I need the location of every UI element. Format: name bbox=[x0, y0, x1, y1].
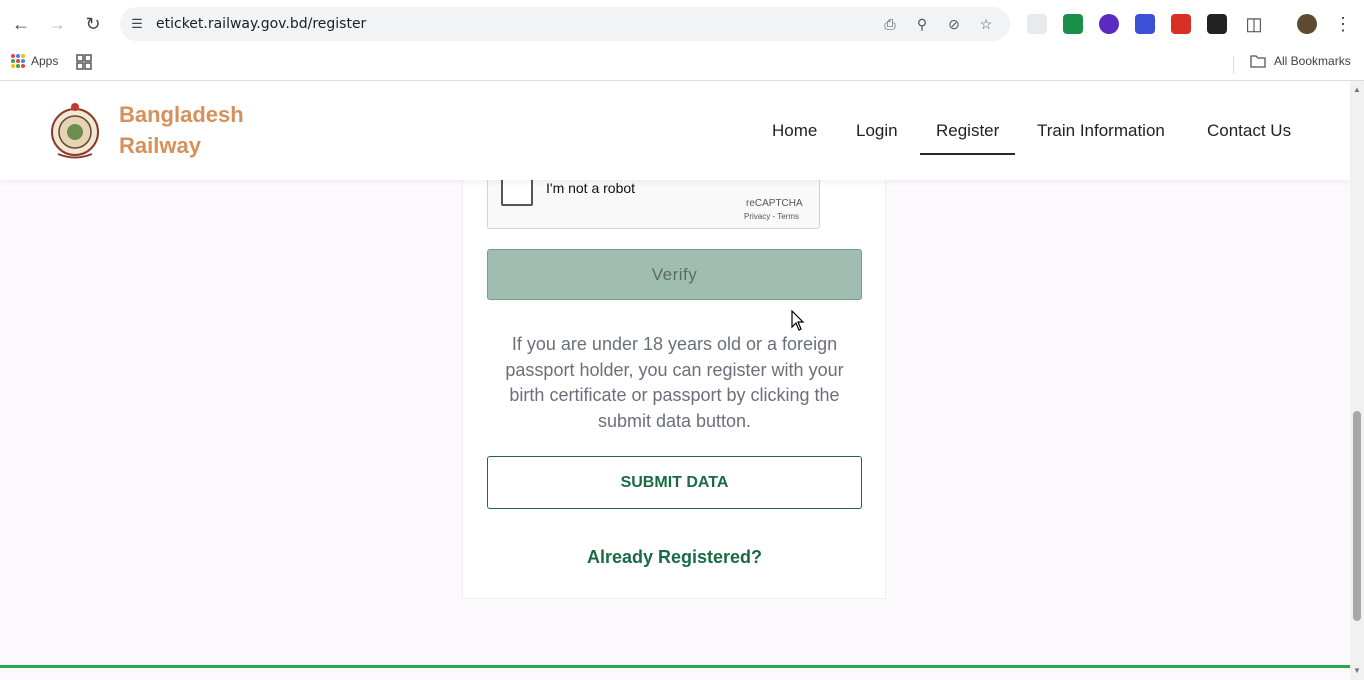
back-icon[interactable]: ← bbox=[9, 12, 33, 36]
reload-icon[interactable]: ↻ bbox=[81, 12, 105, 36]
extension-icon[interactable] bbox=[1135, 14, 1155, 34]
url-text[interactable]: eticket.railway.gov.bd/register bbox=[156, 16, 366, 32]
recaptcha-label: I'm not a robot bbox=[546, 180, 636, 196]
nav-home[interactable]: Home bbox=[772, 121, 817, 141]
site-header: Bangladesh Railway Home Login Register T… bbox=[0, 81, 1350, 180]
recaptcha-terms-link[interactable]: Terms bbox=[777, 212, 799, 221]
site-info-icon[interactable]: ☰ bbox=[128, 15, 146, 33]
bookmarks-bar: Apps All Bookmarks bbox=[0, 48, 1364, 81]
submit-data-button[interactable]: SUBMIT DATA bbox=[487, 456, 862, 509]
address-bar[interactable]: ☰ eticket.railway.gov.bd/register ⎙ ⚲ ⊘ … bbox=[120, 7, 1010, 41]
recaptcha-brand: reCAPTCHA bbox=[746, 198, 803, 209]
extension-icon[interactable] bbox=[1063, 14, 1083, 34]
underage-info-text: If you are under 18 years old or a forei… bbox=[505, 334, 844, 431]
extension-icon[interactable] bbox=[1207, 14, 1227, 34]
already-registered-link[interactable]: Already Registered? bbox=[487, 547, 862, 568]
scroll-up-icon[interactable]: ▲ bbox=[1353, 86, 1361, 94]
all-bookmarks[interactable]: All Bookmarks bbox=[1250, 54, 1351, 68]
brand-line-1: Bangladesh bbox=[119, 102, 244, 127]
scroll-down-icon[interactable]: ▼ bbox=[1353, 667, 1361, 675]
scroll-thumb[interactable] bbox=[1353, 411, 1361, 621]
extension-icon[interactable] bbox=[1171, 14, 1191, 34]
zoom-icon[interactable]: ⚲ bbox=[912, 14, 932, 34]
bookmarks-divider bbox=[1233, 56, 1234, 74]
forward-icon[interactable]: → bbox=[45, 12, 69, 36]
brand-name[interactable]: Bangladesh Railway bbox=[119, 99, 259, 161]
nav-login[interactable]: Login bbox=[856, 121, 898, 141]
brand-line-2: Railway bbox=[119, 133, 201, 158]
verify-button[interactable]: Verify bbox=[487, 249, 862, 300]
page-scrollbar[interactable]: ▲ ▼ bbox=[1350, 81, 1364, 680]
avatar[interactable] bbox=[1297, 14, 1317, 34]
bangladesh-railway-logo[interactable] bbox=[50, 99, 100, 163]
nav-register[interactable]: Register bbox=[936, 121, 999, 141]
recaptcha-privacy-link[interactable]: Privacy bbox=[744, 212, 770, 221]
tracking-protection-icon[interactable]: ⊘ bbox=[944, 14, 964, 34]
extension-icon[interactable] bbox=[1099, 14, 1119, 34]
install-app-icon[interactable]: ⎙ bbox=[880, 14, 900, 34]
extension-icon[interactable] bbox=[1027, 14, 1047, 34]
apps-label: Apps bbox=[31, 54, 59, 68]
apps-bookmark[interactable]: Apps bbox=[11, 54, 58, 68]
menu-kebab-icon[interactable]: ⋮ bbox=[1331, 12, 1355, 36]
footer-divider bbox=[0, 665, 1350, 668]
browser-toolbar: ← → ↻ ☰ eticket.railway.gov.bd/register … bbox=[0, 0, 1364, 48]
extensions-puzzle-icon[interactable]: ◫ bbox=[1242, 12, 1266, 36]
page-viewport: Bangladesh Railway Home Login Register T… bbox=[0, 81, 1350, 680]
bookmark-star-icon[interactable]: ☆ bbox=[976, 14, 996, 34]
all-bookmarks-label: All Bookmarks bbox=[1274, 54, 1351, 68]
mouse-pointer-icon bbox=[791, 310, 805, 331]
apps-grid-icon bbox=[11, 54, 25, 68]
nav-active-indicator bbox=[920, 153, 1015, 155]
nav-train-information[interactable]: Train Information bbox=[1037, 121, 1165, 141]
recaptcha-links: Privacy - Terms bbox=[744, 212, 799, 221]
tab-groups-icon[interactable] bbox=[76, 54, 92, 70]
nav-contact-us[interactable]: Contact Us bbox=[1207, 121, 1291, 141]
folder-icon bbox=[1250, 55, 1266, 68]
